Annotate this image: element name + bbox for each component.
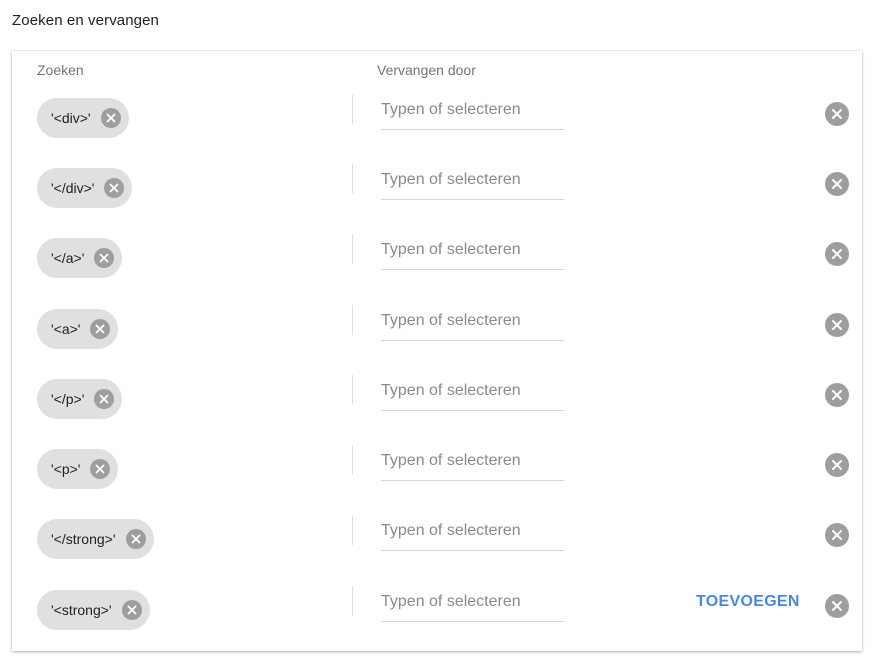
row-remove-icon[interactable]	[825, 594, 849, 618]
replacement-row: '<p>'	[12, 402, 862, 489]
replacement-row: '</div>'	[12, 121, 862, 208]
column-divider	[352, 94, 353, 124]
search-chip-label: '<strong>'	[51, 602, 112, 618]
replacement-row: '</p>'	[12, 332, 862, 419]
search-chip: '<strong>'	[37, 590, 150, 630]
replace-input[interactable]	[381, 583, 564, 622]
column-divider	[352, 515, 353, 545]
column-divider	[352, 586, 353, 616]
column-divider	[352, 164, 353, 194]
column-divider	[352, 305, 353, 335]
replacement-row: '<a>'	[12, 262, 862, 349]
section-title: Zoeken en vervangen	[12, 12, 159, 29]
replacement-row: '<div>'	[12, 51, 862, 138]
column-divider	[352, 445, 353, 475]
replacement-row: '</a>'	[12, 191, 862, 278]
column-divider	[352, 234, 353, 264]
search-replace-card: Zoeken Vervangen door '<div>' '</div>'	[12, 51, 862, 651]
column-divider	[352, 375, 353, 405]
replacement-row: '</strong>'	[12, 472, 862, 559]
add-row-button[interactable]: TOEVOEGEN	[696, 593, 800, 611]
chip-remove-icon[interactable]	[121, 600, 142, 620]
